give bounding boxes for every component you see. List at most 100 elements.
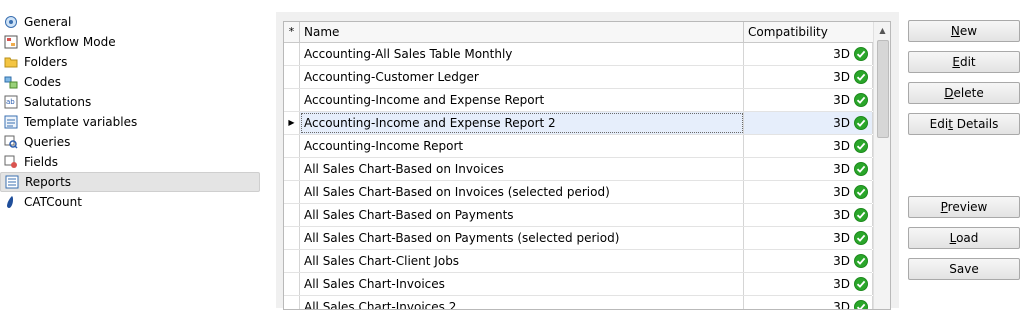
row-compatibility[interactable]: 3D: [744, 135, 873, 157]
compatibility-value: 3D: [833, 70, 850, 84]
compatibility-value: 3D: [833, 47, 850, 61]
row-compatibility[interactable]: 3D: [744, 66, 873, 88]
row-indicator: [284, 158, 300, 180]
check-icon: [854, 139, 868, 153]
scroll-up-icon[interactable]: ▲: [874, 22, 890, 39]
table-row[interactable]: Accounting-Customer Ledger 3D: [284, 66, 873, 89]
row-compatibility[interactable]: 3D: [744, 227, 873, 249]
svg-text:ab: ab: [6, 98, 15, 106]
table-row[interactable]: All Sales Chart-Client Jobs 3D: [284, 250, 873, 273]
row-name[interactable]: All Sales Chart-Based on Payments (selec…: [300, 227, 744, 249]
nav-label: Workflow Mode: [24, 35, 116, 49]
row-name[interactable]: All Sales Chart-Based on Payments: [300, 204, 744, 226]
template-icon: [4, 115, 18, 129]
queries-icon: [4, 135, 18, 149]
row-indicator: [284, 227, 300, 249]
salutations-icon: ab: [4, 95, 18, 109]
new-button[interactable]: New: [908, 20, 1020, 42]
row-name[interactable]: Accounting-All Sales Table Monthly: [300, 43, 744, 65]
header-name[interactable]: Name: [300, 22, 744, 43]
check-icon: [854, 47, 868, 61]
nav-item-reports[interactable]: Reports: [0, 172, 260, 192]
nav-item-general[interactable]: General: [0, 12, 262, 32]
table-row[interactable]: All Sales Chart-Based on Payments 3D: [284, 204, 873, 227]
row-compatibility[interactable]: 3D: [744, 273, 873, 295]
table-row[interactable]: Accounting-Income Report 3D: [284, 135, 873, 158]
check-icon: [854, 70, 868, 84]
row-name[interactable]: Accounting-Income Report: [300, 135, 744, 157]
codes-icon: [4, 76, 18, 89]
nav-item-catcount[interactable]: CATCount: [0, 192, 262, 212]
delete-button[interactable]: Delete: [908, 82, 1020, 104]
row-name[interactable]: All Sales Chart-Based on Invoices (selec…: [300, 181, 744, 203]
row-indicator: [284, 250, 300, 272]
row-indicator: ▶: [284, 112, 300, 134]
nav-item-template-variables[interactable]: Template variables: [0, 112, 262, 132]
nav-item-salutations[interactable]: ab Salutations: [0, 92, 262, 112]
header-compatibility[interactable]: Compatibility: [744, 22, 877, 43]
save-button[interactable]: Save: [908, 258, 1020, 280]
row-compatibility[interactable]: 3D: [744, 181, 873, 203]
check-icon: [854, 300, 868, 309]
table-row[interactable]: All Sales Chart-Based on Payments (selec…: [284, 227, 873, 250]
compatibility-value: 3D: [833, 254, 850, 268]
row-indicator: [284, 66, 300, 88]
load-button[interactable]: Load: [908, 227, 1020, 249]
nav-item-workflow-mode[interactable]: Workflow Mode: [0, 32, 262, 52]
table-row[interactable]: All Sales Chart-Invoices 3D: [284, 273, 873, 296]
fields-icon: [4, 155, 17, 168]
table-row[interactable]: Accounting-All Sales Table Monthly 3D: [284, 43, 873, 66]
grid-rows: Accounting-All Sales Table Monthly 3D Acco…: [284, 43, 873, 309]
row-compatibility[interactable]: 3D: [744, 112, 873, 134]
vertical-scrollbar[interactable]: ▲: [873, 22, 890, 309]
row-name[interactable]: Accounting-Customer Ledger: [300, 66, 744, 88]
row-indicator: [284, 135, 300, 157]
nav-item-fields[interactable]: Fields: [0, 152, 262, 172]
nav-label: Fields: [24, 155, 58, 169]
nav-label: Codes: [24, 75, 61, 89]
header-indicator[interactable]: *: [284, 22, 300, 43]
compatibility-value: 3D: [833, 93, 850, 107]
row-name[interactable]: Accounting-Income and Expense Report: [300, 89, 744, 111]
check-icon: [854, 277, 868, 291]
row-name[interactable]: All Sales Chart-Based on Invoices: [300, 158, 744, 180]
compatibility-value: 3D: [833, 162, 850, 176]
nav-label: Queries: [24, 135, 71, 149]
nav-label: General: [24, 15, 72, 29]
row-name[interactable]: All Sales Chart-Client Jobs: [300, 250, 744, 272]
folder-icon: [4, 57, 18, 68]
nav-item-codes[interactable]: Codes: [0, 72, 262, 92]
settings-nav: General Workflow Mode Folders Codes ab S…: [0, 12, 262, 212]
compatibility-value: 3D: [833, 185, 850, 199]
workflow-icon: [4, 35, 18, 49]
nav-item-folders[interactable]: Folders: [0, 52, 262, 72]
nav-item-queries[interactable]: Queries: [0, 132, 262, 152]
table-row[interactable]: All Sales Chart-Based on Invoices 3D: [284, 158, 873, 181]
preview-button[interactable]: Preview: [908, 196, 1020, 218]
table-row[interactable]: All Sales Chart-Based on Invoices (selec…: [284, 181, 873, 204]
row-indicator: [284, 181, 300, 203]
check-icon: [854, 208, 868, 222]
row-compatibility[interactable]: 3D: [744, 250, 873, 272]
table-row[interactable]: ▶ Accounting-Income and Expense Report 2 3…: [284, 112, 873, 135]
row-name[interactable]: Accounting-Income and Expense Report 2: [300, 112, 744, 134]
row-compatibility[interactable]: 3D: [744, 158, 873, 180]
row-compatibility[interactable]: 3D: [744, 204, 873, 226]
row-compatibility[interactable]: 3D: [744, 43, 873, 65]
check-icon: [854, 93, 868, 107]
reports-icon: [5, 175, 19, 189]
nav-label: Reports: [25, 175, 72, 189]
row-compatibility[interactable]: 3D: [744, 89, 873, 111]
edit-details-button[interactable]: Edit Details: [908, 113, 1020, 135]
table-row[interactable]: Accounting-Income and Expense Report 3D: [284, 89, 873, 112]
compatibility-value: 3D: [833, 116, 850, 130]
nav-label: Template variables: [24, 115, 138, 129]
check-icon: [854, 231, 868, 245]
edit-button[interactable]: Edit: [908, 51, 1020, 73]
nav-label: Salutations: [24, 95, 92, 109]
row-name[interactable]: All Sales Chart-Invoices: [300, 273, 744, 295]
scroll-thumb[interactable]: [877, 40, 889, 138]
compatibility-value: 3D: [833, 231, 850, 245]
check-icon: [854, 185, 868, 199]
general-icon: [5, 16, 17, 28]
